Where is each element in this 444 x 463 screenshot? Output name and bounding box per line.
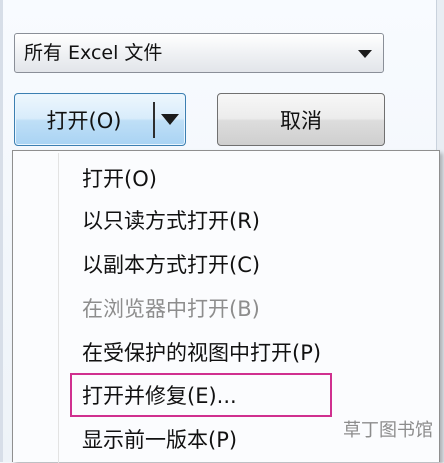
- menu-icon-gutter: [58, 153, 59, 463]
- menu-item-open-protected-view[interactable]: 在受保护的视图中打开(P): [82, 333, 321, 373]
- cancel-button-label: 取消: [280, 108, 322, 133]
- menu-item-open-as-copy[interactable]: 以副本方式打开(C): [82, 245, 260, 285]
- menu-item-open[interactable]: 打开(O): [82, 159, 157, 199]
- open-options-dropdown-button[interactable]: [155, 94, 185, 145]
- open-and-repair-highlight: [70, 373, 332, 417]
- open-split-button[interactable]: 打开(O): [14, 93, 186, 146]
- file-type-value: 所有 Excel 文件: [24, 42, 163, 64]
- cancel-button[interactable]: 取消: [217, 93, 385, 146]
- caret-down-icon: [161, 114, 179, 125]
- chevron-down-icon: [358, 50, 372, 58]
- window-left-edge: [0, 0, 3, 462]
- open-button[interactable]: 打开(O): [15, 94, 153, 145]
- open-button-label: 打开(O): [46, 108, 122, 133]
- menu-item-open-in-browser: 在浏览器中打开(B): [82, 297, 260, 321]
- file-type-select[interactable]: 所有 Excel 文件: [14, 33, 384, 73]
- menu-item-show-previous-version[interactable]: 显示前一版本(P): [82, 420, 237, 460]
- menu-item-open-read-only[interactable]: 以只读方式打开(R): [82, 201, 260, 241]
- watermark-text: 草丁图书馆: [343, 420, 433, 441]
